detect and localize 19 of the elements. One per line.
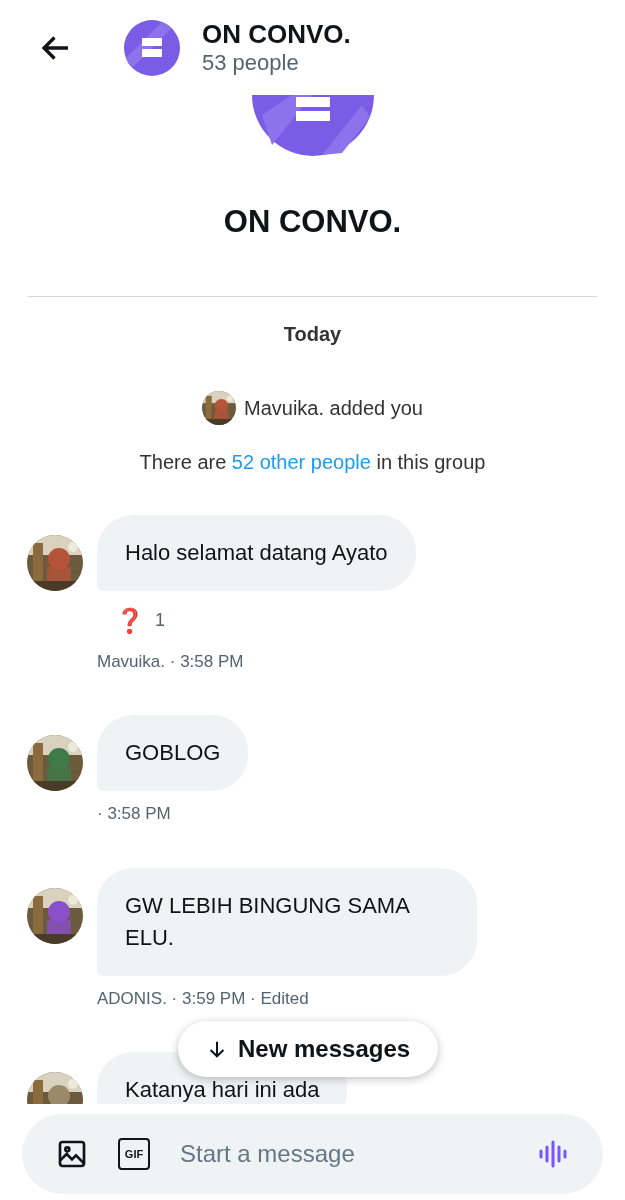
reaction-emoji[interactable]: ❓	[115, 602, 145, 639]
day-label: Today	[283, 321, 342, 347]
gif-button[interactable]: GIF	[118, 1138, 150, 1170]
message-bubble: Halo selamat datang Ayato	[97, 514, 416, 591]
member-notice: There are 52 other people in this group	[139, 449, 486, 475]
member-count: 53 people	[202, 48, 300, 77]
message-meta: ADONIS. · 3:59 PM · Edited	[97, 987, 309, 1010]
message-meta: · 3:58 PM	[97, 803, 171, 825]
group-title: ON CONVO.	[202, 18, 351, 49]
group-name: ON CONVO.	[223, 203, 402, 241]
reaction-count: 1	[155, 609, 165, 632]
message-meta: Mavuika. · 3:58 PM	[97, 650, 244, 673]
message-bubble: GOBLOG	[97, 715, 249, 791]
new-messages-button[interactable]: New messages	[178, 1021, 439, 1077]
image-icon[interactable]	[56, 1138, 88, 1170]
voice-icon[interactable]	[537, 1138, 569, 1170]
added-notice: Mavuika. added you	[244, 395, 423, 421]
message-bubble: GW LEBIH BINGUNG SAMA ELU.	[97, 867, 477, 976]
message-field[interactable]: GIF Start a message	[22, 1114, 603, 1194]
